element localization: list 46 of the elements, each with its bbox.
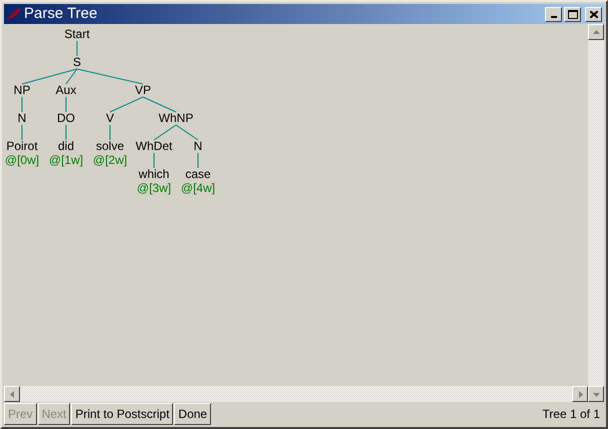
word-index: @[1w] <box>48 153 84 167</box>
node-label: WhNP <box>158 111 194 125</box>
close-icon <box>590 10 598 18</box>
word-index: @[0w] <box>4 153 40 167</box>
scroll-left-button[interactable] <box>4 386 20 402</box>
maximize-button[interactable] <box>564 6 581 22</box>
app-icon <box>6 7 22 21</box>
tree-edge <box>76 40 78 56</box>
node-label: V <box>106 111 114 125</box>
tree-counter: Tree 1 of 1 <box>542 407 601 421</box>
leaf-word: case <box>185 167 211 181</box>
word-index: @[2w] <box>92 153 128 167</box>
node-label: S <box>73 55 81 69</box>
node-label: Aux <box>56 83 76 97</box>
leaf-word: did <box>58 139 74 153</box>
scroll-down-button[interactable] <box>588 386 604 402</box>
tree-edge <box>154 124 176 140</box>
node-label: N <box>18 111 26 125</box>
node-label: N <box>194 139 202 153</box>
right-arrow-icon <box>576 390 584 398</box>
up-arrow-icon <box>592 28 600 36</box>
node-label: Start <box>64 27 90 41</box>
scroll-right-button[interactable] <box>572 386 588 402</box>
node-label: WhDet <box>136 139 172 153</box>
minimize-button[interactable] <box>545 6 562 22</box>
tree-edge <box>110 96 144 112</box>
tree-edge <box>142 96 176 112</box>
left-arrow-icon <box>8 390 16 398</box>
node-label: DO <box>57 111 75 125</box>
toolbar-button[interactable]: Done <box>174 403 212 425</box>
leaf-word: solve <box>96 139 124 153</box>
maximize-icon <box>568 10 578 18</box>
node-label: VP <box>135 83 151 97</box>
toolbar-button[interactable]: Print to Postscript <box>71 403 174 425</box>
leaf-word: Poirot <box>6 139 38 153</box>
scroll-up-button[interactable] <box>588 24 604 40</box>
word-index: @[3w] <box>136 181 172 195</box>
word-index: @[4w] <box>180 181 216 195</box>
leaf-word: which <box>138 167 170 181</box>
window-title: Parse Tree <box>24 5 98 23</box>
node-label: NP <box>14 83 30 97</box>
horizontal-scrollbar[interactable] <box>4 386 588 402</box>
tree-edge <box>176 124 198 140</box>
vertical-scrollbar[interactable] <box>588 24 604 386</box>
down-arrow-icon <box>592 390 600 398</box>
close-button[interactable] <box>585 6 602 22</box>
